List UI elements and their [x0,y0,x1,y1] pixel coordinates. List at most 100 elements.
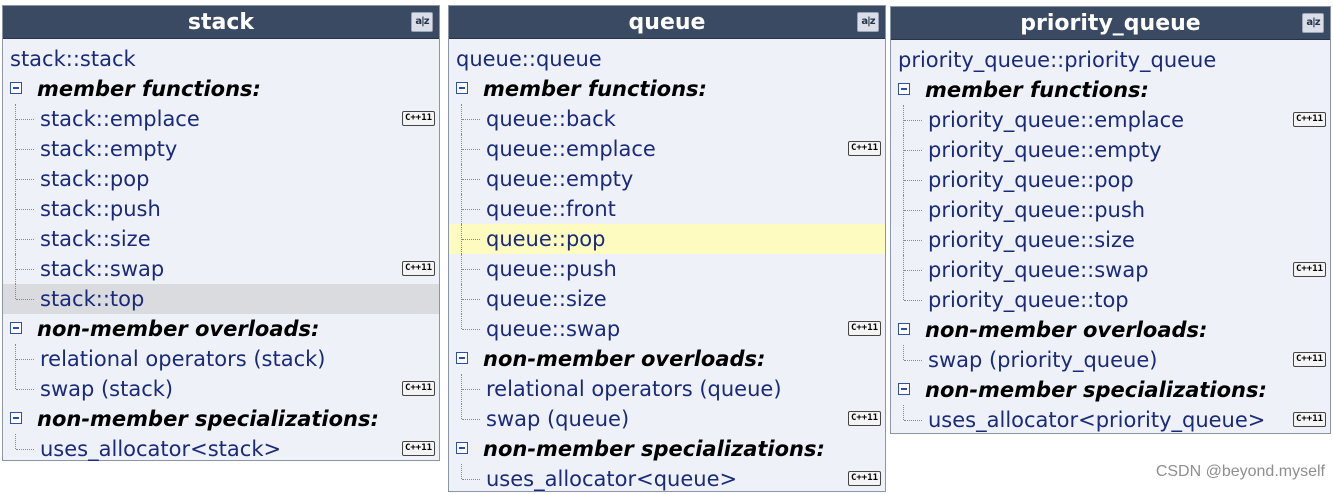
item-uses-allocator-priority-queue[interactable]: uses_allocator<priority_queue> C++11 [891,405,1330,435]
item-priority-queue-size[interactable]: priority_queue::size [891,225,1330,255]
item-label[interactable]: stack::top [40,287,144,311]
item-swap-stack[interactable]: swap (stack) C++11 [3,374,439,404]
group-header[interactable]: non-member overloads: [449,344,885,374]
item-relational-operators-queue[interactable]: relational operators (queue) [449,374,885,404]
item-priority-queue-emplace[interactable]: priority_queue::emplace C++11 [891,105,1330,135]
collapse-toggle-icon[interactable] [10,412,22,424]
item-queue-size[interactable]: queue::size [449,284,885,314]
group-label: member functions: [925,78,1149,102]
item-priority-queue-pop[interactable]: priority_queue::pop [891,165,1330,195]
tree-connector [15,284,17,299]
item-priority-queue-push[interactable]: priority_queue::push [891,195,1330,225]
item-label[interactable]: relational operators (stack) [40,347,325,371]
queue-panel: queue a|z queue::queue member functions: que… [448,5,886,492]
collapse-toggle-icon[interactable] [456,352,468,364]
group-header[interactable]: non-member specializations: [3,404,439,434]
tree-connector [461,314,463,329]
item-label[interactable]: swap (priority_queue) [928,348,1157,372]
constructor-link[interactable]: priority_queue::priority_queue [891,45,1330,75]
item-label[interactable]: queue::back [486,107,616,131]
collapse-toggle-icon[interactable] [456,82,468,94]
item-label[interactable]: queue::front [486,197,616,221]
collapse-toggle-icon[interactable] [898,323,910,335]
item-stack-pop[interactable]: stack::pop [3,164,439,194]
item-label[interactable]: queue::size [486,287,607,311]
item-label[interactable]: queue::pop [486,227,605,251]
collapse-toggle-icon[interactable] [898,383,910,395]
item-label[interactable]: priority_queue::push [928,198,1145,222]
collapse-toggle-icon[interactable] [898,83,910,95]
item-label[interactable]: relational operators (queue) [486,377,782,401]
watermark: CSDN @beyond.myself [1155,463,1325,480]
item-label[interactable]: queue::swap [486,317,620,341]
group-header[interactable]: non-member overloads: [3,314,439,344]
item-stack-size[interactable]: stack::size [3,224,439,254]
tree-branch [904,270,922,271]
tree-branch [904,420,922,421]
item-label[interactable]: swap (stack) [40,377,173,401]
cpp11-badge: C++11 [848,471,881,486]
item-queue-pop[interactable]: queue::pop [449,224,885,254]
item-label[interactable]: priority_queue::size [928,228,1135,252]
group-label: non-member specializations: [925,378,1267,402]
item-label[interactable]: priority_queue::empty [928,138,1162,162]
item-swap-priority-queue[interactable]: swap (priority_queue) C++11 [891,345,1330,375]
item-label[interactable]: priority_queue::pop [928,168,1134,192]
collapse-toggle-icon[interactable] [10,82,22,94]
group-label: member functions: [37,77,261,101]
item-label[interactable]: stack::push [40,197,161,221]
item-swap-queue[interactable]: swap (queue) C++11 [449,404,885,434]
item-label[interactable]: uses_allocator<priority_queue> [928,408,1265,432]
item-label[interactable]: priority_queue::top [928,288,1129,312]
group-label: non-member overloads: [925,318,1208,342]
item-label[interactable]: uses_allocator<stack> [40,437,281,461]
item-label[interactable]: stack::size [40,227,151,251]
collapse-toggle-icon[interactable] [456,442,468,454]
item-label[interactable]: swap (queue) [486,407,629,431]
group-header[interactable]: member functions: [449,74,885,104]
group-header[interactable]: member functions: [891,75,1330,105]
constructor-link[interactable]: stack::stack [3,44,439,74]
constructor-link[interactable]: queue::queue [449,44,885,74]
tree-connector [15,374,17,389]
sort-az-icon[interactable]: a|z [857,12,879,32]
item-label[interactable]: queue::empty [486,167,633,191]
group-header[interactable]: member functions: [3,74,439,104]
tree-branch [16,389,34,390]
sort-az-icon[interactable]: a|z [1302,13,1324,33]
item-label[interactable]: priority_queue::emplace [928,108,1184,132]
item-label[interactable]: stack::pop [40,167,149,191]
group-header[interactable]: non-member specializations: [891,375,1330,405]
item-label[interactable]: stack::emplace [40,107,200,131]
sort-az-icon[interactable]: a|z [411,12,433,32]
item-uses-allocator-queue[interactable]: uses_allocator<queue> C++11 [449,464,885,494]
tree-branch [462,209,480,210]
item-queue-back[interactable]: queue::back [449,104,885,134]
item-queue-swap[interactable]: queue::swap C++11 [449,314,885,344]
item-relational-operators-stack[interactable]: relational operators (stack) [3,344,439,374]
priority-queue-panel: priority_queue a|z priority_queue::priorit… [890,6,1331,434]
group-header[interactable]: non-member specializations: [449,434,885,464]
item-priority-queue-swap[interactable]: priority_queue::swap C++11 [891,255,1330,285]
item-queue-emplace[interactable]: queue::emplace C++11 [449,134,885,164]
item-stack-swap[interactable]: stack::swap C++11 [3,254,439,284]
item-label[interactable]: stack::swap [40,257,164,281]
item-queue-front[interactable]: queue::front [449,194,885,224]
item-stack-emplace[interactable]: stack::emplace C++11 [3,104,439,134]
item-queue-empty[interactable]: queue::empty [449,164,885,194]
item-priority-queue-empty[interactable]: priority_queue::empty [891,135,1330,165]
item-queue-push[interactable]: queue::push [449,254,885,284]
item-stack-empty[interactable]: stack::empty [3,134,439,164]
item-stack-push[interactable]: stack::push [3,194,439,224]
item-stack-top[interactable]: stack::top [3,284,439,314]
group-header[interactable]: non-member overloads: [891,315,1330,345]
item-label[interactable]: uses_allocator<queue> [486,467,737,491]
collapse-toggle-icon[interactable] [10,322,22,334]
item-label[interactable]: queue::push [486,257,617,281]
item-label[interactable]: priority_queue::swap [928,258,1149,282]
item-label[interactable]: stack::empty [40,137,177,161]
item-label[interactable]: queue::emplace [486,137,656,161]
tree-branch [16,209,34,210]
item-priority-queue-top[interactable]: priority_queue::top [891,285,1330,315]
item-uses-allocator-stack[interactable]: uses_allocator<stack> C++11 [3,434,439,464]
